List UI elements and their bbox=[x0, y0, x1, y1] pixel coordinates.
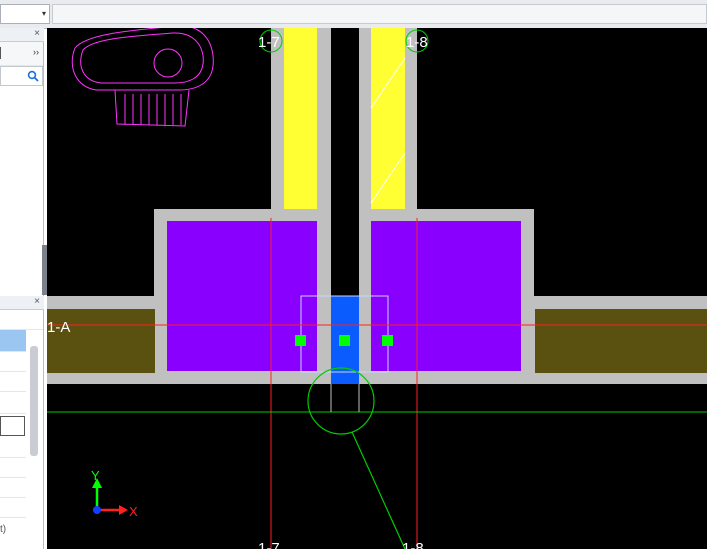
left-panel-bottom: × t) bbox=[0, 296, 44, 549]
axis-label-bottom-right: 1-8 bbox=[402, 540, 424, 549]
column-right[interactable] bbox=[371, 28, 405, 209]
grip-left[interactable] bbox=[295, 335, 306, 346]
panel-footer-hint: t) bbox=[0, 524, 7, 535]
cad-drawing[interactable]: 1-7 1-8 1-A 1-7 1-8 Y X bbox=[47, 25, 707, 552]
list-item[interactable] bbox=[0, 438, 26, 458]
list-item[interactable] bbox=[0, 372, 26, 392]
panel-top-toolbar: ›› bbox=[0, 42, 43, 66]
list-item[interactable] bbox=[0, 352, 26, 372]
slab-left[interactable] bbox=[167, 221, 317, 371]
layer-dropdown[interactable]: ▾ bbox=[0, 4, 50, 24]
axis-label-bottom-left: 1-7 bbox=[258, 540, 280, 549]
toolbar-field[interactable] bbox=[52, 4, 707, 24]
drawing-canvas[interactable]: 1-7 1-8 1-A 1-7 1-8 Y X bbox=[47, 25, 707, 552]
slab-right[interactable] bbox=[371, 221, 521, 371]
panel-bottom-header: × bbox=[0, 296, 44, 310]
panel-top-divider bbox=[0, 47, 1, 59]
close-icon[interactable]: × bbox=[34, 28, 40, 39]
list-item[interactable] bbox=[0, 458, 26, 478]
panel-scrollbar[interactable] bbox=[30, 346, 38, 456]
grip-right[interactable] bbox=[382, 335, 393, 346]
list-item[interactable] bbox=[0, 498, 26, 518]
beam-right[interactable] bbox=[535, 309, 707, 373]
grip-center[interactable] bbox=[339, 335, 350, 346]
ucs-y-label: Y bbox=[91, 468, 100, 483]
list-item-selected[interactable] bbox=[0, 330, 26, 352]
left-panel-top: × ›› bbox=[0, 28, 44, 296]
wall-gap bbox=[331, 28, 359, 296]
axis-label-top-right: 1-8 bbox=[406, 34, 428, 51]
close-icon[interactable]: × bbox=[34, 296, 40, 307]
search-icon[interactable] bbox=[27, 70, 39, 82]
column-left[interactable] bbox=[284, 28, 317, 209]
expand-icon[interactable]: ›› bbox=[33, 47, 39, 57]
axis-label-row: 1-A bbox=[47, 319, 70, 336]
list-item[interactable] bbox=[0, 478, 26, 498]
panel-search-input[interactable] bbox=[0, 66, 43, 86]
list-item[interactable] bbox=[0, 310, 43, 330]
list-item[interactable] bbox=[0, 392, 26, 414]
chevron-down-icon[interactable]: ▾ bbox=[42, 9, 46, 18]
axis-label-top-left: 1-7 bbox=[258, 34, 280, 51]
ucs-x-label: X bbox=[129, 504, 138, 519]
panel-top-header: × bbox=[0, 28, 44, 42]
list-item-editing[interactable] bbox=[0, 416, 25, 436]
